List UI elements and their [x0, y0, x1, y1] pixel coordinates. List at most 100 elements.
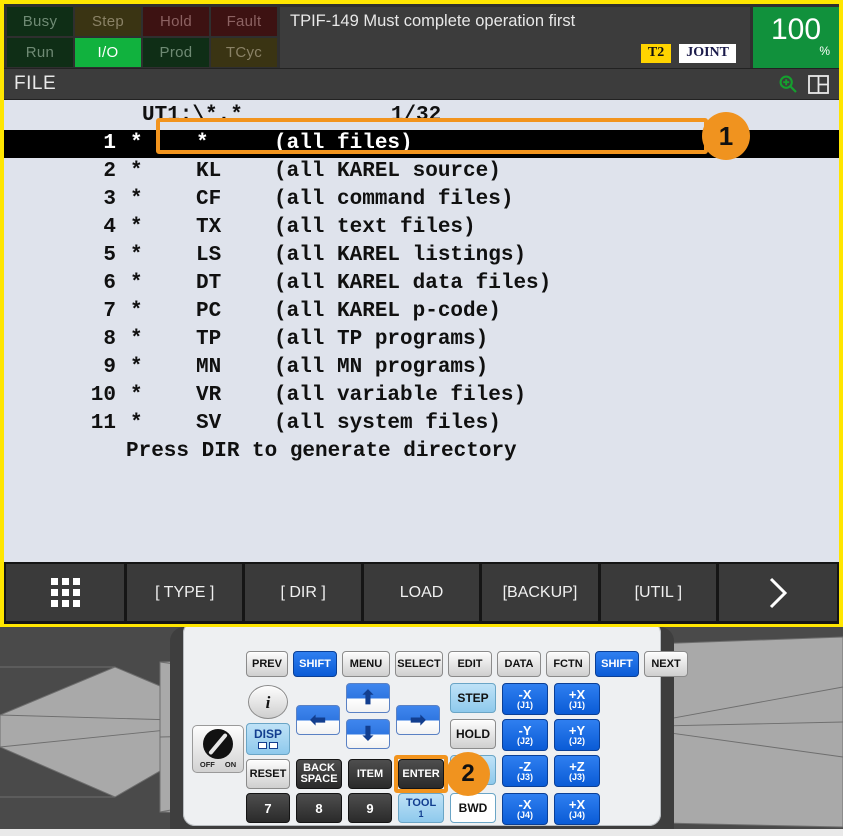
row-index: 10 [90, 384, 116, 407]
up-arrow-key[interactable]: ⬆ [346, 683, 390, 713]
table-row[interactable]: 11 * SV (all system files) [4, 410, 839, 438]
down-arrow-key[interactable]: ⬇ [346, 719, 390, 749]
jog-key-plus-y-j2[interactable]: +Y (J2) [554, 719, 600, 751]
row-ext: PC [196, 300, 222, 323]
jog-key-minus-x-j1[interactable]: -X (J1) [502, 683, 548, 715]
menu-key[interactable]: MENU [342, 651, 390, 677]
jog-key-plus-z-j3[interactable]: +Z (J3) [554, 755, 600, 787]
reset-key[interactable]: RESET [246, 759, 290, 789]
fkey-load[interactable]: LOAD [363, 564, 480, 621]
disp-label: DISP [253, 727, 282, 741]
grid-menu-icon[interactable] [6, 564, 124, 621]
number-key-9[interactable]: 9 [348, 793, 392, 823]
fkey-util[interactable]: [UTIL ] [600, 564, 717, 621]
row-name: * [130, 188, 143, 211]
jog-key-plus-x-j4[interactable]: +X (J4) [554, 793, 600, 825]
row-name: * [130, 244, 143, 267]
row-index: 8 [103, 328, 116, 351]
split-screen-icon[interactable] [805, 72, 831, 96]
alarm-message: TPIF-149 Must complete operation first [290, 12, 576, 30]
row-index: 4 [103, 216, 116, 239]
table-row[interactable]: 10 * VR (all variable files) [4, 382, 839, 410]
fkey-type[interactable]: [ TYPE ] [127, 564, 243, 621]
item-key[interactable]: ITEM [348, 759, 392, 789]
row-desc: (all system files) [274, 412, 501, 435]
row-index: 3 [103, 188, 116, 211]
shift-key-right[interactable]: SHIFT [595, 651, 639, 677]
row-ext: TP [196, 328, 222, 351]
row-index: 5 [103, 244, 116, 267]
status-light-hold: Hold [143, 7, 209, 36]
edit-key[interactable]: EDIT [448, 651, 492, 677]
row-name: * [130, 300, 143, 323]
table-row[interactable]: 7 * PC (all KAREL p-code) [4, 298, 839, 326]
row-ext: VR [196, 384, 222, 407]
left-arrow-key[interactable]: ⬅ [296, 705, 340, 735]
annotation-box-2 [394, 755, 448, 793]
table-row[interactable]: 6 * DT (all KAREL data files) [4, 270, 839, 298]
row-desc: (all KAREL data files) [274, 272, 552, 295]
row-ext: DT [196, 272, 222, 295]
message-area: TPIF-149 Must complete operation first T… [280, 7, 750, 68]
shift-key-left[interactable]: SHIFT [293, 651, 337, 677]
fkey-backup[interactable]: [BACKUP] [482, 564, 598, 621]
data-key[interactable]: DATA [497, 651, 541, 677]
zoom-in-icon[interactable] [775, 72, 801, 96]
row-name: * [130, 272, 143, 295]
jog-key-minus-x-j4[interactable]: -X (J4) [502, 793, 548, 825]
knob-dial[interactable] [203, 729, 233, 759]
directory-hint: Press DIR to generate directory [126, 440, 517, 463]
bwd-key[interactable]: BWD [450, 793, 496, 823]
table-row[interactable]: 8 * TP (all TP programs) [4, 326, 839, 354]
hold-key[interactable]: HOLD [450, 719, 496, 749]
knob-on-label: ON [224, 760, 237, 769]
row-desc: (all text files) [274, 216, 476, 239]
next-key[interactable]: NEXT [644, 651, 688, 677]
table-row[interactable]: 2 * KL (all KAREL source) [4, 158, 839, 186]
right-arrow-key[interactable]: ➡ [396, 705, 440, 735]
annotation-box-1 [156, 118, 708, 154]
status-light-run: Run [7, 38, 73, 67]
jog-key-minus-z-j3[interactable]: -Z (J3) [502, 755, 548, 787]
status-light-tcyc: TCyc [211, 38, 277, 67]
table-row[interactable]: 4 * TX (all text files) [4, 214, 839, 242]
function-key-bar: [ TYPE ] [ DIR ] LOAD [BACKUP] [UTIL ] [4, 562, 839, 624]
row-index: 9 [103, 356, 116, 379]
number-key-8[interactable]: 8 [296, 793, 342, 823]
row-index: 11 [90, 412, 116, 435]
row-name: * [130, 356, 143, 379]
annotation-badge-1: 1 [702, 112, 750, 160]
prev-key[interactable]: PREV [246, 651, 288, 677]
row-ext: KL [196, 160, 222, 183]
row-ext: TX [196, 216, 222, 239]
number-key-7[interactable]: 7 [246, 793, 290, 823]
table-row[interactable]: 5 * LS (all KAREL listings) [4, 242, 839, 270]
pendant-body: OFF ON PREV SHIFT MENU SELECT EDIT DATA … [0, 627, 843, 836]
bottom-edge [0, 829, 843, 836]
fctn-key[interactable]: FCTN [546, 651, 590, 677]
row-index: 7 [103, 300, 116, 323]
page-title: FILE [14, 73, 57, 94]
row-index: 6 [103, 272, 116, 295]
jog-key-minus-y-j2[interactable]: -Y (J2) [502, 719, 548, 751]
backspace-key[interactable]: BACK SPACE [296, 759, 342, 789]
tool-label: TOOL [405, 796, 437, 809]
status-light-step: Step [75, 7, 141, 36]
power-knob[interactable]: OFF ON [192, 725, 244, 773]
table-row[interactable]: 9 * MN (all MN programs) [4, 354, 839, 382]
jog-key-plus-x-j1[interactable]: +X (J1) [554, 683, 600, 715]
fkey-dir[interactable]: [ DIR ] [245, 564, 361, 621]
row-desc: (all variable files) [274, 384, 527, 407]
table-row[interactable]: 3 * CF (all command files) [4, 186, 839, 214]
info-icon[interactable]: i [248, 685, 288, 719]
speed-override: 100 % [753, 7, 839, 68]
step-key[interactable]: STEP [450, 683, 496, 713]
row-name: * [130, 216, 143, 239]
select-key[interactable]: SELECT [395, 651, 443, 677]
chevron-right-icon[interactable] [719, 564, 838, 621]
status-light-grid: Busy Step Hold Fault Run I/O Prod TCyc [7, 7, 277, 68]
disp-key[interactable]: DISP [246, 723, 290, 755]
status-light-fault: Fault [211, 7, 277, 36]
tool-key[interactable]: TOOL 1 [398, 793, 444, 823]
row-ext: LS [196, 244, 222, 267]
